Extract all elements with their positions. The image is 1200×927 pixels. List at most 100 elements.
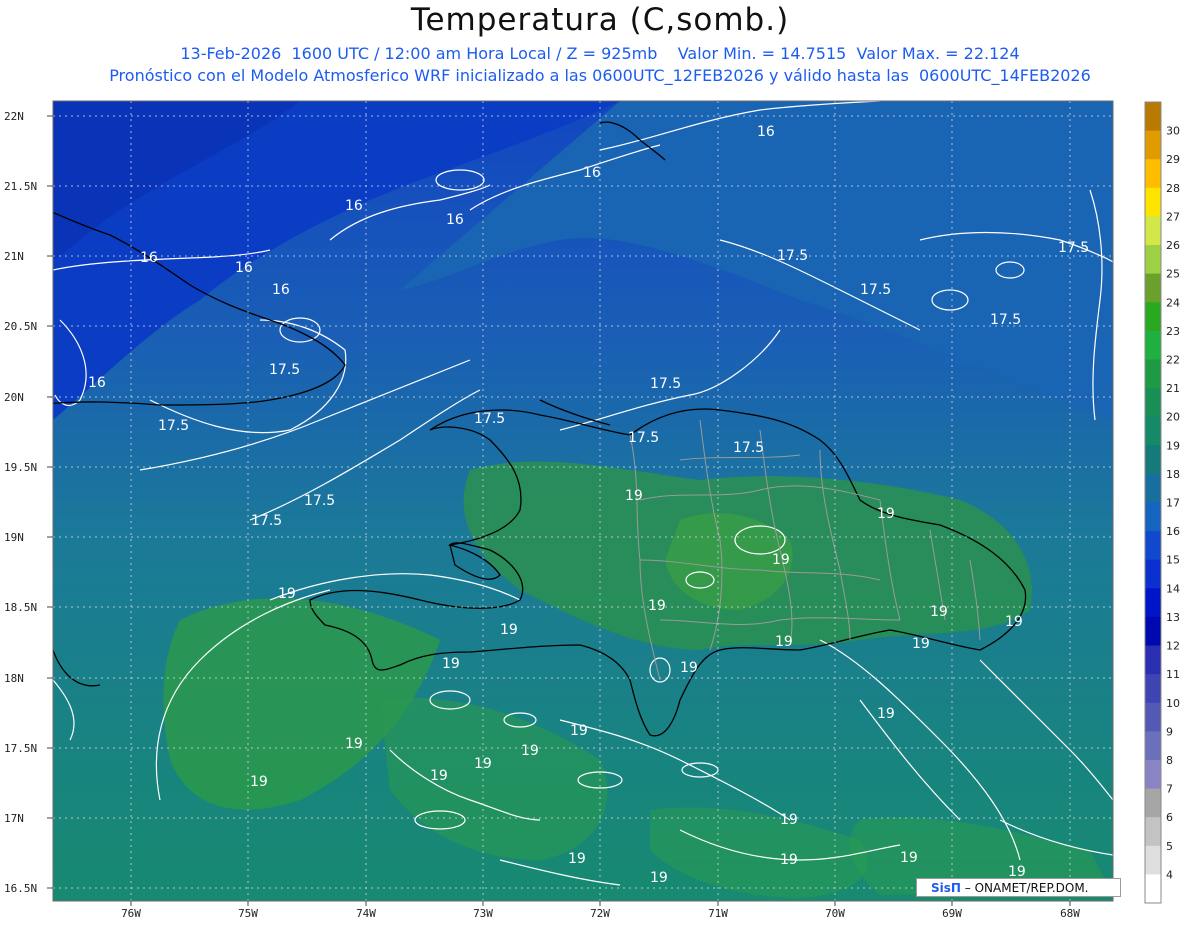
colorbar-swatch	[1145, 159, 1161, 189]
colorbar-swatch	[1145, 102, 1161, 132]
colorbar-swatch	[1145, 759, 1161, 790]
lon-label: 69W	[942, 907, 962, 920]
lat-label: 18N	[4, 672, 24, 685]
lon-label: 68W	[1060, 907, 1080, 920]
lat-label: 21N	[4, 250, 24, 263]
contour-label: 19	[1005, 614, 1023, 630]
contour-label: 16	[272, 282, 290, 298]
contour-label: 17.5	[251, 513, 282, 529]
contour-label: 19	[250, 774, 268, 790]
colorbar-swatch	[1145, 588, 1161, 618]
colorbar-swatch	[1145, 531, 1161, 561]
lat-label: 20.5N	[4, 320, 37, 333]
colorbar-swatch	[1145, 245, 1161, 275]
contour-label: 17.5	[860, 282, 891, 298]
colorbar: 30 29 28 27 26 25 24 23 22 21 20 19 18 17 16 15 14 13 12 11…	[1144, 101, 1180, 904]
contour-label: 19	[345, 736, 363, 752]
contour-label: 17.5	[304, 493, 335, 509]
contour-label: 19	[521, 743, 539, 759]
contour-label: 19	[650, 870, 668, 886]
subtitle-model-info: Pronóstico con el Modelo Atmosferico WRF…	[109, 66, 1091, 85]
colorbar-tick-label: 5	[1166, 840, 1173, 853]
longitude-axis: 76W 75W 74W 73W 72W 71W 70W 69W 68W	[121, 907, 1080, 920]
colorbar-tick-label: 16	[1166, 525, 1180, 538]
contour-label: 19	[900, 850, 918, 866]
contour-label: 19	[625, 488, 643, 504]
colorbar-swatch	[1145, 845, 1161, 875]
contour-label: 19	[474, 756, 492, 772]
colorbar-tick-label: 8	[1166, 754, 1173, 767]
credit-text: – ONAMET/REP.DOM.	[964, 881, 1089, 895]
contour-label: 16	[446, 212, 464, 228]
sispi-logo-text: SisΠ	[931, 881, 961, 895]
lon-ticks	[130, 901, 1071, 906]
contour-label: 19	[430, 768, 448, 784]
contour-label: 17.5	[474, 411, 505, 427]
colorbar-tick-label: 21	[1166, 382, 1180, 395]
contour-label: 17.5	[158, 418, 189, 434]
lat-label: 18.5N	[4, 601, 37, 614]
colorbar-tick-label: 30	[1166, 125, 1180, 138]
contour-label: 17.5	[733, 440, 764, 456]
contour-label: 19	[930, 604, 948, 620]
colorbar-swatch	[1145, 130, 1161, 160]
colorbar-swatch	[1145, 187, 1161, 217]
colorbar-swatch	[1145, 645, 1161, 675]
colorbar-swatch	[1145, 273, 1161, 303]
contour-label: 19	[278, 586, 296, 602]
lon-label: 71W	[708, 907, 728, 920]
colorbar-swatch	[1145, 731, 1161, 761]
contour-label: 16	[345, 198, 363, 214]
lat-label: 20N	[4, 391, 24, 404]
lat-label: 22N	[4, 110, 24, 123]
colorbar-tick-label: 26	[1166, 239, 1180, 252]
page-title: Temperatura (C,somb.)	[410, 2, 790, 38]
colorbar-tick-label: 24	[1166, 296, 1180, 309]
lon-label: 76W	[121, 907, 141, 920]
contour-label: 19	[780, 852, 798, 868]
colorbar-swatch	[1145, 473, 1161, 503]
contour-label: 19	[780, 812, 798, 828]
colorbar-tick-label: 20	[1166, 411, 1180, 424]
colorbar-swatch	[1145, 874, 1161, 904]
contour-label: 19	[648, 598, 666, 614]
contour-label: 16	[140, 250, 158, 266]
lon-label: 75W	[238, 907, 258, 920]
contour-label: 19	[442, 656, 460, 672]
colorbar-swatch	[1145, 702, 1161, 732]
contour-label: 19	[680, 660, 698, 676]
colorbar-tick-label: 15	[1166, 554, 1180, 567]
subtitle-time-values: 13-Feb-2026 1600 UTC / 12:00 am Hora Loc…	[180, 44, 1020, 63]
colorbar-swatch	[1145, 788, 1161, 818]
temperature-field: 16 16 16 16 16 16 16 16 17.5 17.5 17.5 1…	[53, 101, 1113, 901]
forecast-map: 16 16 16 16 16 16 16 16 17.5 17.5 17.5 1…	[4, 100, 1180, 920]
colorbar-tick-label: 14	[1166, 582, 1180, 595]
colorbar-tick-label: 6	[1166, 811, 1173, 824]
colorbar-tick-label: 23	[1166, 325, 1180, 338]
colorbar-tick-label: 25	[1166, 268, 1180, 281]
colorbar-swatch	[1145, 502, 1161, 532]
colorbar-tick-label: 17	[1166, 497, 1180, 510]
colorbar-swatch	[1145, 216, 1161, 246]
lat-ticks	[47, 115, 53, 889]
contour-label: 19	[775, 634, 793, 650]
lon-label: 72W	[590, 907, 610, 920]
contour-label: 17.5	[628, 430, 659, 446]
contour-label: 19	[877, 706, 895, 722]
lat-label: 17N	[4, 812, 24, 825]
colorbar-tick-label: 19	[1166, 439, 1180, 452]
lon-label: 70W	[825, 907, 845, 920]
colorbar-tick-label: 18	[1166, 468, 1180, 481]
colorbar-tick-label: 13	[1166, 611, 1180, 624]
colorbar-swatch	[1145, 559, 1161, 589]
colorbar-tick-label: 11	[1166, 668, 1180, 681]
colorbar-tick-label: 27	[1166, 210, 1180, 223]
credit-badge: SisΠ – ONAMET/REP.DOM.	[916, 878, 1121, 897]
lat-label: 17.5N	[4, 742, 37, 755]
colorbar-swatch	[1145, 302, 1161, 332]
colorbar-tick-label: 12	[1166, 640, 1180, 653]
colorbar-swatch	[1145, 359, 1161, 389]
contour-label: 17.5	[650, 376, 681, 392]
contour-label: 17.5	[1058, 240, 1089, 256]
lon-label: 73W	[473, 907, 493, 920]
